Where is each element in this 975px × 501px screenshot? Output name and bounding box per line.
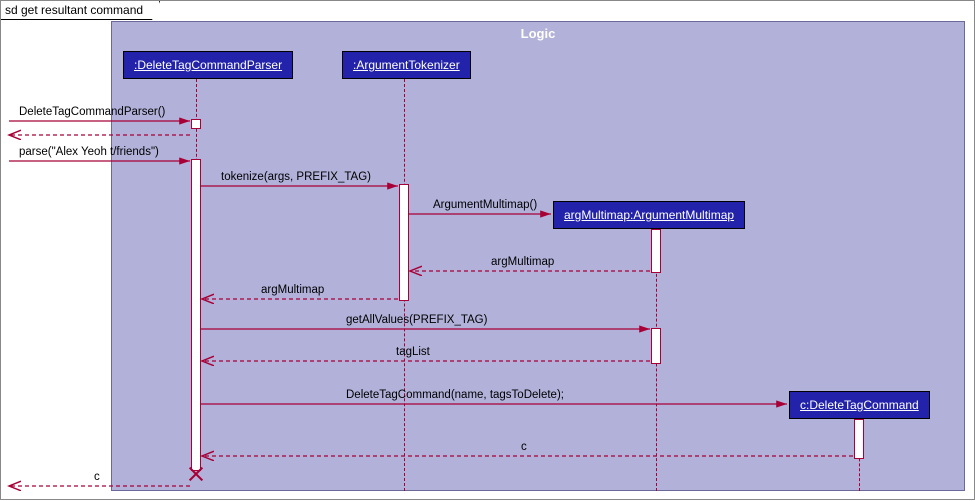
msg-deletetagcmd: DeleteTagCommand(name, tagsToDelete); xyxy=(346,389,564,401)
participant-parser: :DeleteTagCommandParser xyxy=(123,51,293,79)
msg-return-multimap-1: argMultimap xyxy=(491,256,554,268)
logic-title: Logic xyxy=(521,26,556,41)
activation-parser-parse xyxy=(191,159,201,471)
participant-parser-label: :DeleteTagCommandParser xyxy=(134,58,282,72)
msg-argmultimap-ctor: ArgumentMultimap() xyxy=(433,199,537,211)
msg-parse: parse("Alex Yeoh t/friends") xyxy=(19,146,159,158)
participant-tokenizer: :ArgumentTokenizer xyxy=(342,51,471,79)
participant-tokenizer-label: :ArgumentTokenizer xyxy=(353,58,460,72)
activation-multimap-getvals xyxy=(651,328,661,364)
activation-parser-ctor xyxy=(191,119,201,129)
msg-ctor-parser: DeleteTagCommandParser() xyxy=(19,106,165,118)
destroy-parser xyxy=(189,467,203,481)
activation-multimap-ctor xyxy=(651,229,661,273)
msg-return-c-1: c xyxy=(521,441,527,453)
frame-title: sd get resultant command xyxy=(1,1,160,20)
msg-return-multimap-2: argMultimap xyxy=(261,284,324,296)
msg-return-taglist: tagList xyxy=(396,346,430,358)
frame-title-text: sd get resultant command xyxy=(5,3,143,17)
participant-command-label: c:DeleteTagCommand xyxy=(800,398,919,412)
activation-tokenizer xyxy=(399,184,409,301)
activation-command xyxy=(854,419,864,459)
participant-command: c:DeleteTagCommand xyxy=(789,391,930,419)
msg-tokenize: tokenize(args, PREFIX_TAG) xyxy=(221,171,371,183)
participant-multimap-label: argMultimap:ArgumentMultimap xyxy=(564,208,734,222)
msg-getallvalues: getAllValues(PREFIX_TAG) xyxy=(346,314,487,326)
msg-return-c-2: c xyxy=(94,471,100,483)
participant-multimap: argMultimap:ArgumentMultimap xyxy=(553,201,745,229)
